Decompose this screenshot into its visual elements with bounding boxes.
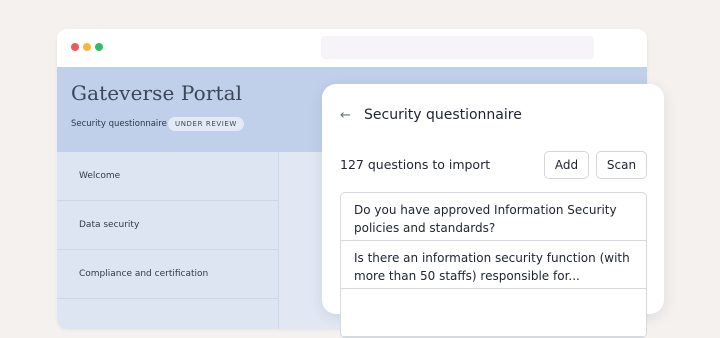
- add-button[interactable]: Add: [544, 151, 589, 179]
- portal-subtitle: Security questionnaire: [71, 119, 167, 129]
- sidebar-item-label: Data security: [79, 220, 140, 230]
- arrow-left-icon[interactable]: ←: [340, 108, 351, 123]
- portal-title: Gateverse Portal: [71, 81, 243, 105]
- list-item[interactable]: Is there an information security functio…: [341, 241, 646, 289]
- question-count: 127 questions to import: [340, 157, 491, 172]
- list-item[interactable]: Do you have approved Information Securit…: [341, 193, 646, 241]
- close-window-dot[interactable]: [71, 43, 79, 51]
- list-item[interactable]: [341, 289, 646, 337]
- sidebar-item-label: Compliance and certification: [79, 269, 209, 279]
- question-list: Do you have approved Information Securit…: [340, 192, 647, 338]
- panel-title: Security questionnaire: [364, 107, 522, 123]
- minimize-window-dot[interactable]: [83, 43, 91, 51]
- sidebar-item-label: Welcome: [79, 171, 121, 181]
- maximize-window-dot[interactable]: [95, 43, 103, 51]
- address-bar[interactable]: [321, 36, 594, 59]
- scan-button[interactable]: Scan: [596, 151, 647, 179]
- sidebar-item-welcome[interactable]: Welcome: [57, 152, 278, 201]
- sidebar: Welcome Data security Compliance and cer…: [57, 152, 279, 329]
- browser-chrome: [57, 29, 647, 67]
- import-questionnaire-panel: ← Security questionnaire 127 questions t…: [322, 84, 664, 338]
- status-badge: UNDER REVIEW: [168, 117, 244, 131]
- sidebar-item-compliance[interactable]: Compliance and certification: [57, 250, 278, 299]
- sidebar-item-data-security[interactable]: Data security: [57, 201, 278, 250]
